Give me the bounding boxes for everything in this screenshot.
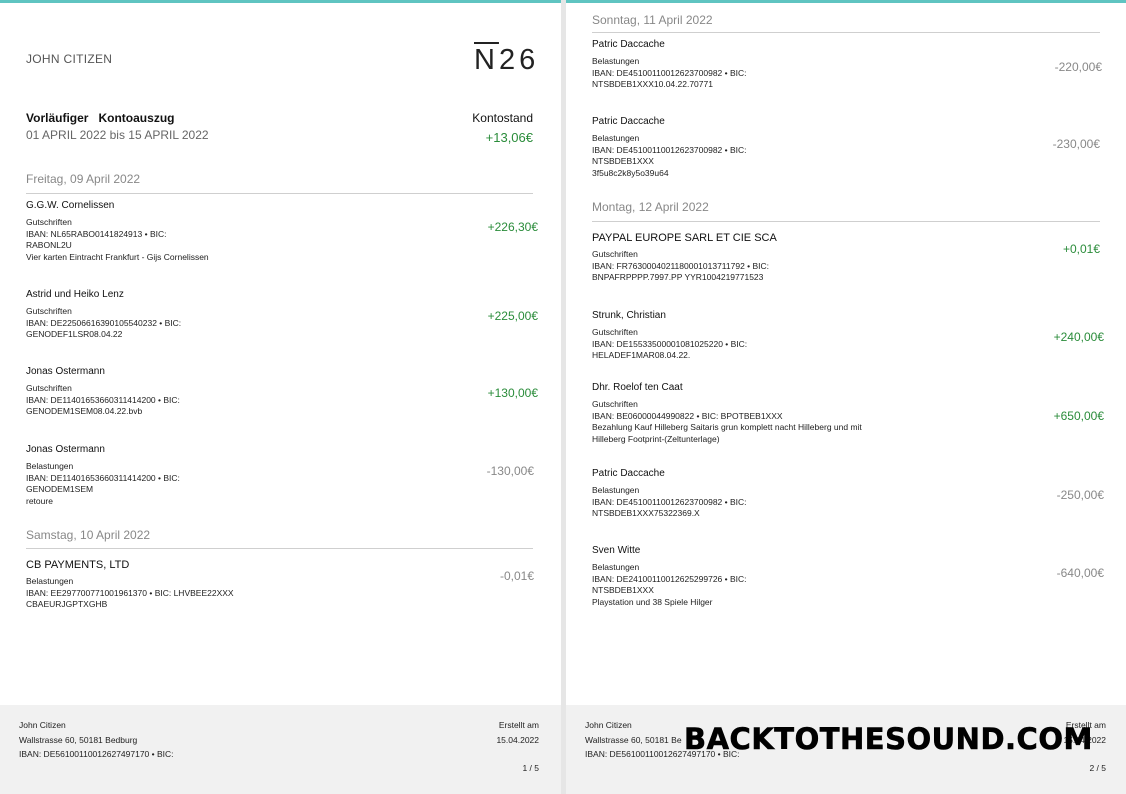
balance-label: Kontostand xyxy=(472,111,533,125)
page-number: 2 / 5 xyxy=(1089,763,1106,773)
n26-logo: N26 xyxy=(474,44,540,76)
transaction-amount: -250,00€ xyxy=(1056,488,1104,502)
transaction-detail: Belastungen IBAN: DE11401653660311414200 … xyxy=(26,461,180,506)
transaction-name: CB PAYMENTS, LTD xyxy=(26,559,130,571)
transaction-name: Patric Daccache xyxy=(592,116,665,127)
day-header: Montag, 12 April 2022 xyxy=(592,200,709,214)
statement-period: 01 APRIL 2022 bis 15 APRIL 2022 xyxy=(26,128,209,142)
divider xyxy=(592,221,1100,222)
transaction-detail: Gutschriften IBAN: DE15533500001081025220… xyxy=(592,327,748,360)
day-header: Sonntag, 11 April 2022 xyxy=(592,13,713,27)
transaction-amount: +226,30€ xyxy=(487,220,538,234)
transaction-amount: +0,01€ xyxy=(1062,242,1100,256)
transaction-amount: -640,00€ xyxy=(1056,566,1104,580)
page-number: 1 / 5 xyxy=(522,763,539,773)
divider xyxy=(26,193,533,194)
transaction-name: Strunk, Christian xyxy=(592,310,666,321)
divider xyxy=(26,548,533,549)
transaction-detail: Belastungen IBAN: DE45100110012623700982 … xyxy=(592,56,747,89)
day-header: Samstag, 10 April 2022 xyxy=(26,528,151,542)
accent-bar xyxy=(566,0,1126,3)
transaction-detail: Belastungen IBAN: DE24100110012625299726 … xyxy=(592,562,747,607)
statement-page-2: Sonntag, 11 April 2022 Patric Daccache B… xyxy=(566,0,1126,794)
divider xyxy=(592,32,1100,33)
transaction-detail: Gutschriften IBAN: DE11401653660311414200… xyxy=(26,383,180,416)
transaction-detail: Belastungen IBAN: EE297700771001961370 • … xyxy=(26,576,234,609)
transaction-detail: Gutschriften IBAN: BE06000044990822 • BIC… xyxy=(592,399,862,444)
transaction-detail: Belastungen IBAN: DE45100110012623700982 … xyxy=(592,485,747,518)
transaction-amount: -130,00€ xyxy=(486,464,534,478)
transaction-detail: Gutschriften IBAN: DE22506616390105540232… xyxy=(26,306,182,339)
transaction-name: G.G.W. Cornelissen xyxy=(26,200,115,211)
statement-title: Vorläufiger Kontoauszug xyxy=(26,111,175,125)
watermark-text: BACKTOTHESOUND.COM xyxy=(684,722,1093,757)
transaction-detail: Belastungen IBAN: DE45100110012623700982 … xyxy=(592,133,747,178)
transaction-amount: +240,00€ xyxy=(1053,330,1104,344)
transaction-amount: -0,01€ xyxy=(499,569,534,583)
transaction-amount: -220,00€ xyxy=(1054,60,1102,74)
statement-page-1: JOHN CITIZEN N26 Vorläufiger Kontoauszug… xyxy=(0,0,561,794)
footer-address: John Citizen Wallstrasse 60, 50181 Bedbur… xyxy=(19,720,174,759)
day-header: Freitag, 09 April 2022 xyxy=(26,172,141,186)
transaction-name: Patric Daccache xyxy=(592,39,665,50)
transaction-amount: +130,00€ xyxy=(487,386,538,400)
transaction-detail: Gutschriften IBAN: NL65RABO0141824913 • B… xyxy=(26,217,209,262)
balance-value: +13,06€ xyxy=(485,130,533,145)
transaction-name: Jonas Ostermann xyxy=(26,366,105,377)
transaction-amount: -230,00€ xyxy=(1052,137,1100,151)
transaction-name: Dhr. Roelof ten Caat xyxy=(592,382,683,393)
accent-bar xyxy=(0,0,561,3)
transaction-name: Patric Daccache xyxy=(592,468,665,479)
transaction-name: PAYPAL EUROPE SARL ET CIE SCA xyxy=(592,232,777,244)
footer-created: Erstellt am 15.04.2022 xyxy=(496,720,539,745)
transaction-detail: Gutschriften IBAN: FR76300040211800010137… xyxy=(592,249,770,282)
page-footer: John Citizen Wallstrasse 60, 50181 Bedbur… xyxy=(0,705,561,794)
transaction-name: Sven Witte xyxy=(592,545,641,556)
transaction-amount: +225,00€ xyxy=(487,309,538,323)
account-owner: JOHN CITIZEN xyxy=(26,52,113,66)
transaction-amount: +650,00€ xyxy=(1053,409,1104,423)
transaction-name: Astrid und Heiko Lenz xyxy=(26,289,124,300)
transaction-name: Jonas Ostermann xyxy=(26,444,105,455)
